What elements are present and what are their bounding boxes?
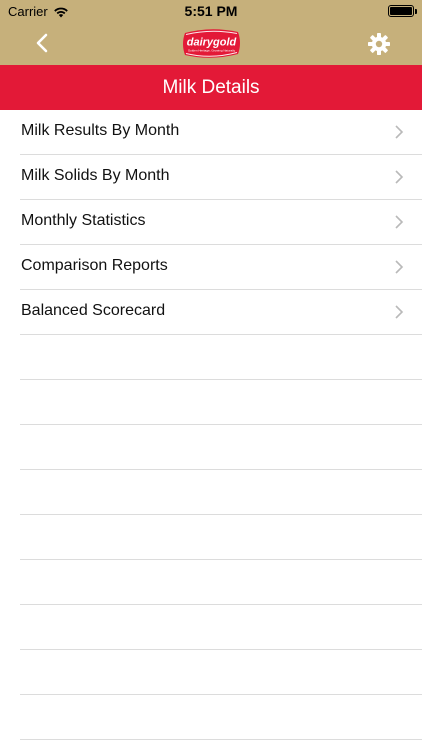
menu-item-label: Comparison Reports bbox=[21, 257, 168, 274]
empty-row bbox=[20, 605, 422, 650]
chevron-right-icon bbox=[395, 170, 404, 184]
chevron-right-icon bbox=[395, 260, 404, 274]
logo-wordmark: dairygold bbox=[187, 37, 237, 49]
empty-row bbox=[20, 470, 422, 515]
menu-item-label: Milk Results By Month bbox=[21, 122, 180, 139]
menu-item-milk-solids-by-month[interactable]: Milk Solids By Month bbox=[20, 155, 422, 200]
menu-item-label: Balanced Scorecard bbox=[21, 302, 166, 319]
menu-item-label: Milk Solids By Month bbox=[21, 167, 170, 184]
battery-icon bbox=[388, 5, 417, 17]
menu-item-comparison-reports[interactable]: Comparison Reports bbox=[20, 245, 422, 290]
empty-row bbox=[20, 425, 422, 470]
status-time: 5:51 PM bbox=[184, 3, 238, 19]
chevron-right-icon bbox=[395, 305, 404, 319]
empty-row bbox=[20, 335, 422, 380]
empty-row bbox=[20, 380, 422, 425]
menu-item-label: Monthly Statistics bbox=[21, 212, 146, 229]
chevron-right-icon bbox=[395, 125, 404, 139]
dairygold-logo: dairygold Golden Heritage, Growing Natur… bbox=[183, 29, 240, 58]
empty-row bbox=[20, 650, 422, 695]
status-bar: Carrier 5:51 PM bbox=[0, 0, 422, 22]
nav-bar: dairygold Golden Heritage, Growing Natur… bbox=[0, 22, 422, 65]
back-chevron-icon[interactable] bbox=[30, 30, 56, 56]
empty-row bbox=[20, 515, 422, 560]
empty-row bbox=[20, 560, 422, 605]
milk-details-menu: Milk Results By Month Milk Solids By Mon… bbox=[0, 110, 422, 740]
menu-item-milk-results-by-month[interactable]: Milk Results By Month bbox=[20, 110, 422, 155]
gear-icon[interactable] bbox=[366, 31, 392, 57]
page-title: Milk Details bbox=[0, 65, 422, 110]
empty-row bbox=[20, 695, 422, 740]
menu-item-balanced-scorecard[interactable]: Balanced Scorecard bbox=[20, 290, 422, 335]
logo-tagline: Golden Heritage, Growing Naturally bbox=[188, 49, 236, 53]
chevron-right-icon bbox=[395, 215, 404, 229]
menu-item-monthly-statistics[interactable]: Monthly Statistics bbox=[20, 200, 422, 245]
